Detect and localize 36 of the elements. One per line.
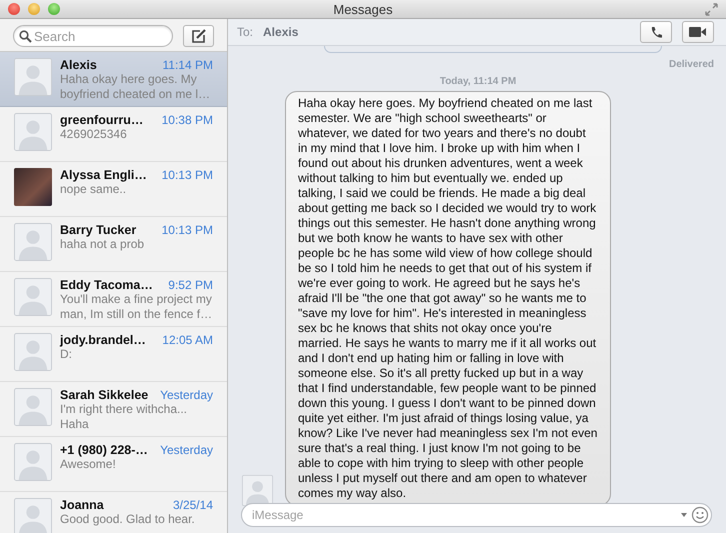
contact-name: Eddy Tacoma…	[60, 278, 153, 292]
message-time: 10:13 PM	[162, 168, 213, 182]
message-preview: D:	[60, 347, 73, 362]
message-time: 10:38 PM	[162, 113, 213, 127]
contact-name: Joanna	[60, 498, 104, 512]
contact-name: +1 (980) 228-…	[60, 443, 148, 457]
message-time: Yesterday	[160, 388, 213, 402]
message-input-field[interactable]: iMessage	[241, 503, 712, 527]
message-preview: nope same..	[60, 182, 128, 197]
message-time: 3/25/14	[172, 498, 213, 512]
delivery-status: Delivered	[668, 59, 714, 70]
message-time: Yesterday	[160, 443, 213, 457]
message-time: 10:13 PM	[162, 223, 213, 237]
message-timestamp: Today, 11:14 PM	[440, 76, 516, 87]
message-bubble: Haha okay here goes. My boyfriend cheated on me last semester. We are "high school sweethearts" or whatever, we dated for two years and there's no doubt in my mind that I love him. I broke up with him when I found out about his drunken adventures, went a week without talking to him but eventually we. ended up talking, I said we could be friends. He made a big deal about getting me back so I decided we would try to work things out this semester. He hasn't done anything wrong but we both know he wants to have sex with other people bc he has some wild view of how college should be so I told him he needs to get that out of his system if we're ever going to work. He agreed but he says he's afraid I'll be "the one that got away" so he wants me to "save my love for him". He's interested in meaningless sex bc he knows that shits not okay once you're married. He says he wants to marry me if it all works out and I don't end up hating him or falling in love with someone else. So it's all pretty fucked up but in a way that I find understandable, few people want to be pinned down this young. I guess I don't want to be pinned down quite yet either. I'm just afraid of things losing value, ya know? Like I've never had meaningless sex I'm not even sure that's a real thing. I just know I'm not going to be able to cope with him trying to sleep with other people unless I put myself out there and am open to whatever comes my way also.	[285, 91, 611, 506]
recipient-name: Alexis	[263, 25, 298, 39]
message-preview: I'm right there withcha... Haha	[60, 402, 188, 432]
contact-name: Alyssa Engli…	[60, 168, 147, 182]
contact-name: Alexis	[60, 58, 97, 72]
message-preview: 4269025346	[60, 127, 128, 142]
contact-name: Barry Tucker	[60, 223, 136, 237]
conversation-item[interactable]: Alexis 11:14 PM Haha okay here goes. My boyfriend cheated on me l…	[0, 52, 227, 107]
window-title: Messages	[333, 2, 393, 16]
message-time: 9:52 PM	[168, 278, 213, 292]
message-preview: Good good. Glad to hear.	[60, 512, 196, 527]
search-field[interactable]: Search	[13, 25, 173, 47]
contact-name: jody.brandel…	[60, 333, 146, 347]
contact-name: Sarah Sikkelee	[60, 388, 148, 402]
message-time: 11:14 PM	[162, 58, 213, 72]
message-preview: You'll make a fine project my man, Im still on the fence f…	[60, 292, 213, 322]
message-preview: Haha okay here goes. My boyfriend cheated on me l…	[60, 72, 212, 102]
message-preview: Awesome!	[60, 457, 117, 472]
message-preview: haha not a prob	[60, 237, 146, 252]
contact-name: greenfourru…	[60, 113, 144, 127]
message-time: 12:05 AM	[162, 333, 213, 347]
to-label: To:	[237, 25, 254, 39]
